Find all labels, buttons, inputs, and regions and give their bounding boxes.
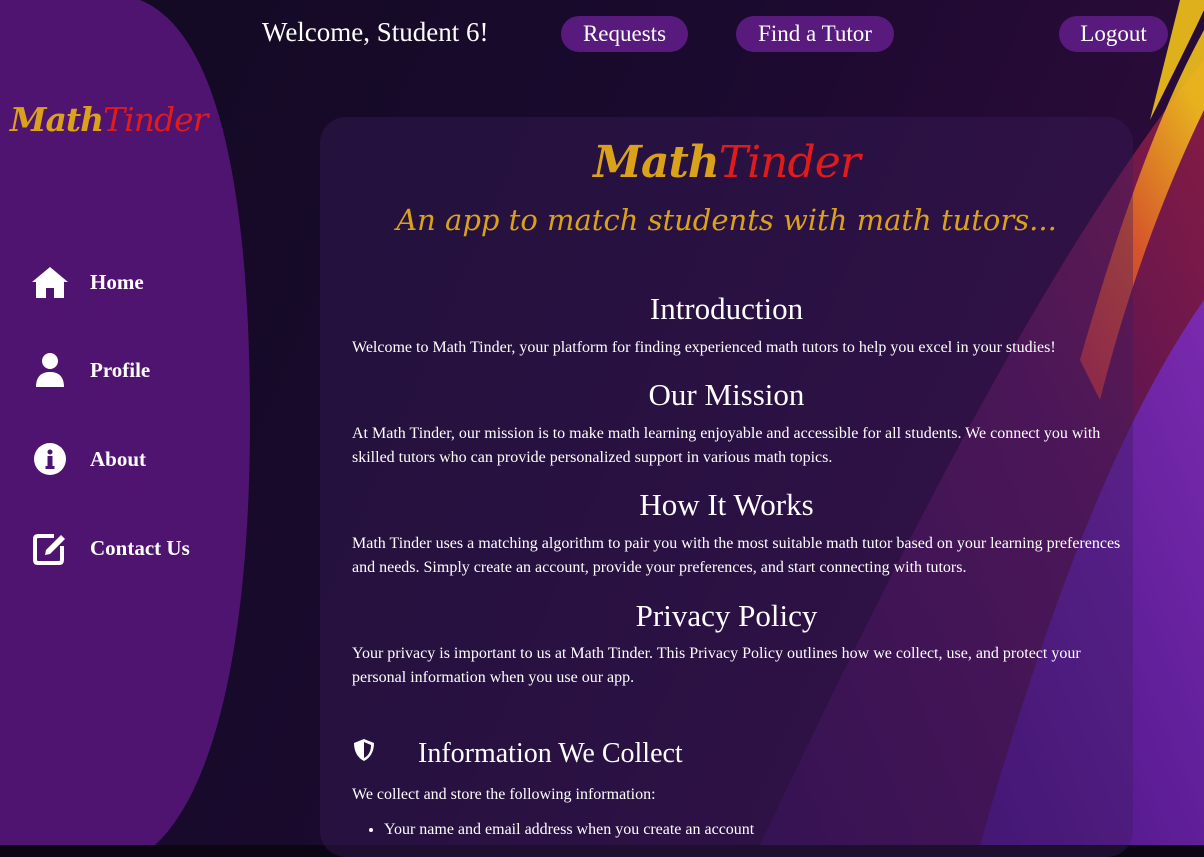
find-tutor-button[interactable]: Find a Tutor (736, 16, 894, 52)
logo-tinder-text: Tinder (718, 137, 861, 188)
shield-icon (352, 738, 376, 762)
logo-math-text: Math (10, 100, 104, 139)
sidebar-logo: MathTinder (10, 100, 208, 139)
info-intro-text: We collect and store the following infor… (352, 786, 656, 803)
logo-tinder-text: Tinder (103, 100, 208, 139)
tagline: An app to match students with math tutor… (396, 203, 1057, 237)
section-title-information-collect: Information We Collect (418, 738, 683, 769)
logo-math-text: Math (593, 137, 720, 188)
main-logo: MathTinder (320, 137, 1133, 188)
section-text-introduction: Welcome to Math Tinder, your platform fo… (352, 339, 1056, 356)
section-title-mission: Our Mission (648, 377, 805, 412)
sidebar-item-profile[interactable]: Profile (30, 350, 150, 390)
section-title-how-it-works: How It Works (639, 487, 814, 522)
sidebar-item-label: About (90, 446, 147, 471)
section-text-how-it-works: Math Tinder uses a matching algorithm to… (352, 535, 1121, 576)
section-title-introduction: Introduction (649, 291, 804, 326)
user-icon (30, 350, 70, 390)
section-title-privacy: Privacy Policy (635, 598, 818, 633)
sidebar: MathTinder Home Profile About Contact Us (0, 0, 250, 845)
section-text-mission: At Math Tinder, our mission is to make m… (352, 425, 1101, 466)
sidebar-item-label: Home (90, 269, 144, 294)
sidebar-item-about[interactable]: About (30, 439, 146, 479)
info-icon (30, 439, 70, 479)
logout-button[interactable]: Logout (1059, 16, 1168, 52)
top-bar: Welcome, Student 6! Requests Find a Tuto… (0, 0, 1204, 70)
sidebar-item-contact[interactable]: Contact Us (30, 528, 190, 568)
sidebar-item-label: Contact Us (90, 535, 190, 560)
requests-button[interactable]: Requests (561, 16, 688, 52)
sidebar-item-home[interactable]: Home (30, 262, 144, 302)
section-text-privacy: Your privacy is important to us at Math … (352, 645, 1081, 686)
welcome-message: Welcome, Student 6! (262, 17, 489, 47)
list-item: Your name and email address when you cre… (384, 821, 754, 839)
sidebar-item-label: Profile (90, 357, 151, 382)
edit-icon (30, 528, 70, 568)
info-list: Your name and email address when you cre… (352, 821, 754, 839)
home-icon (30, 262, 70, 302)
